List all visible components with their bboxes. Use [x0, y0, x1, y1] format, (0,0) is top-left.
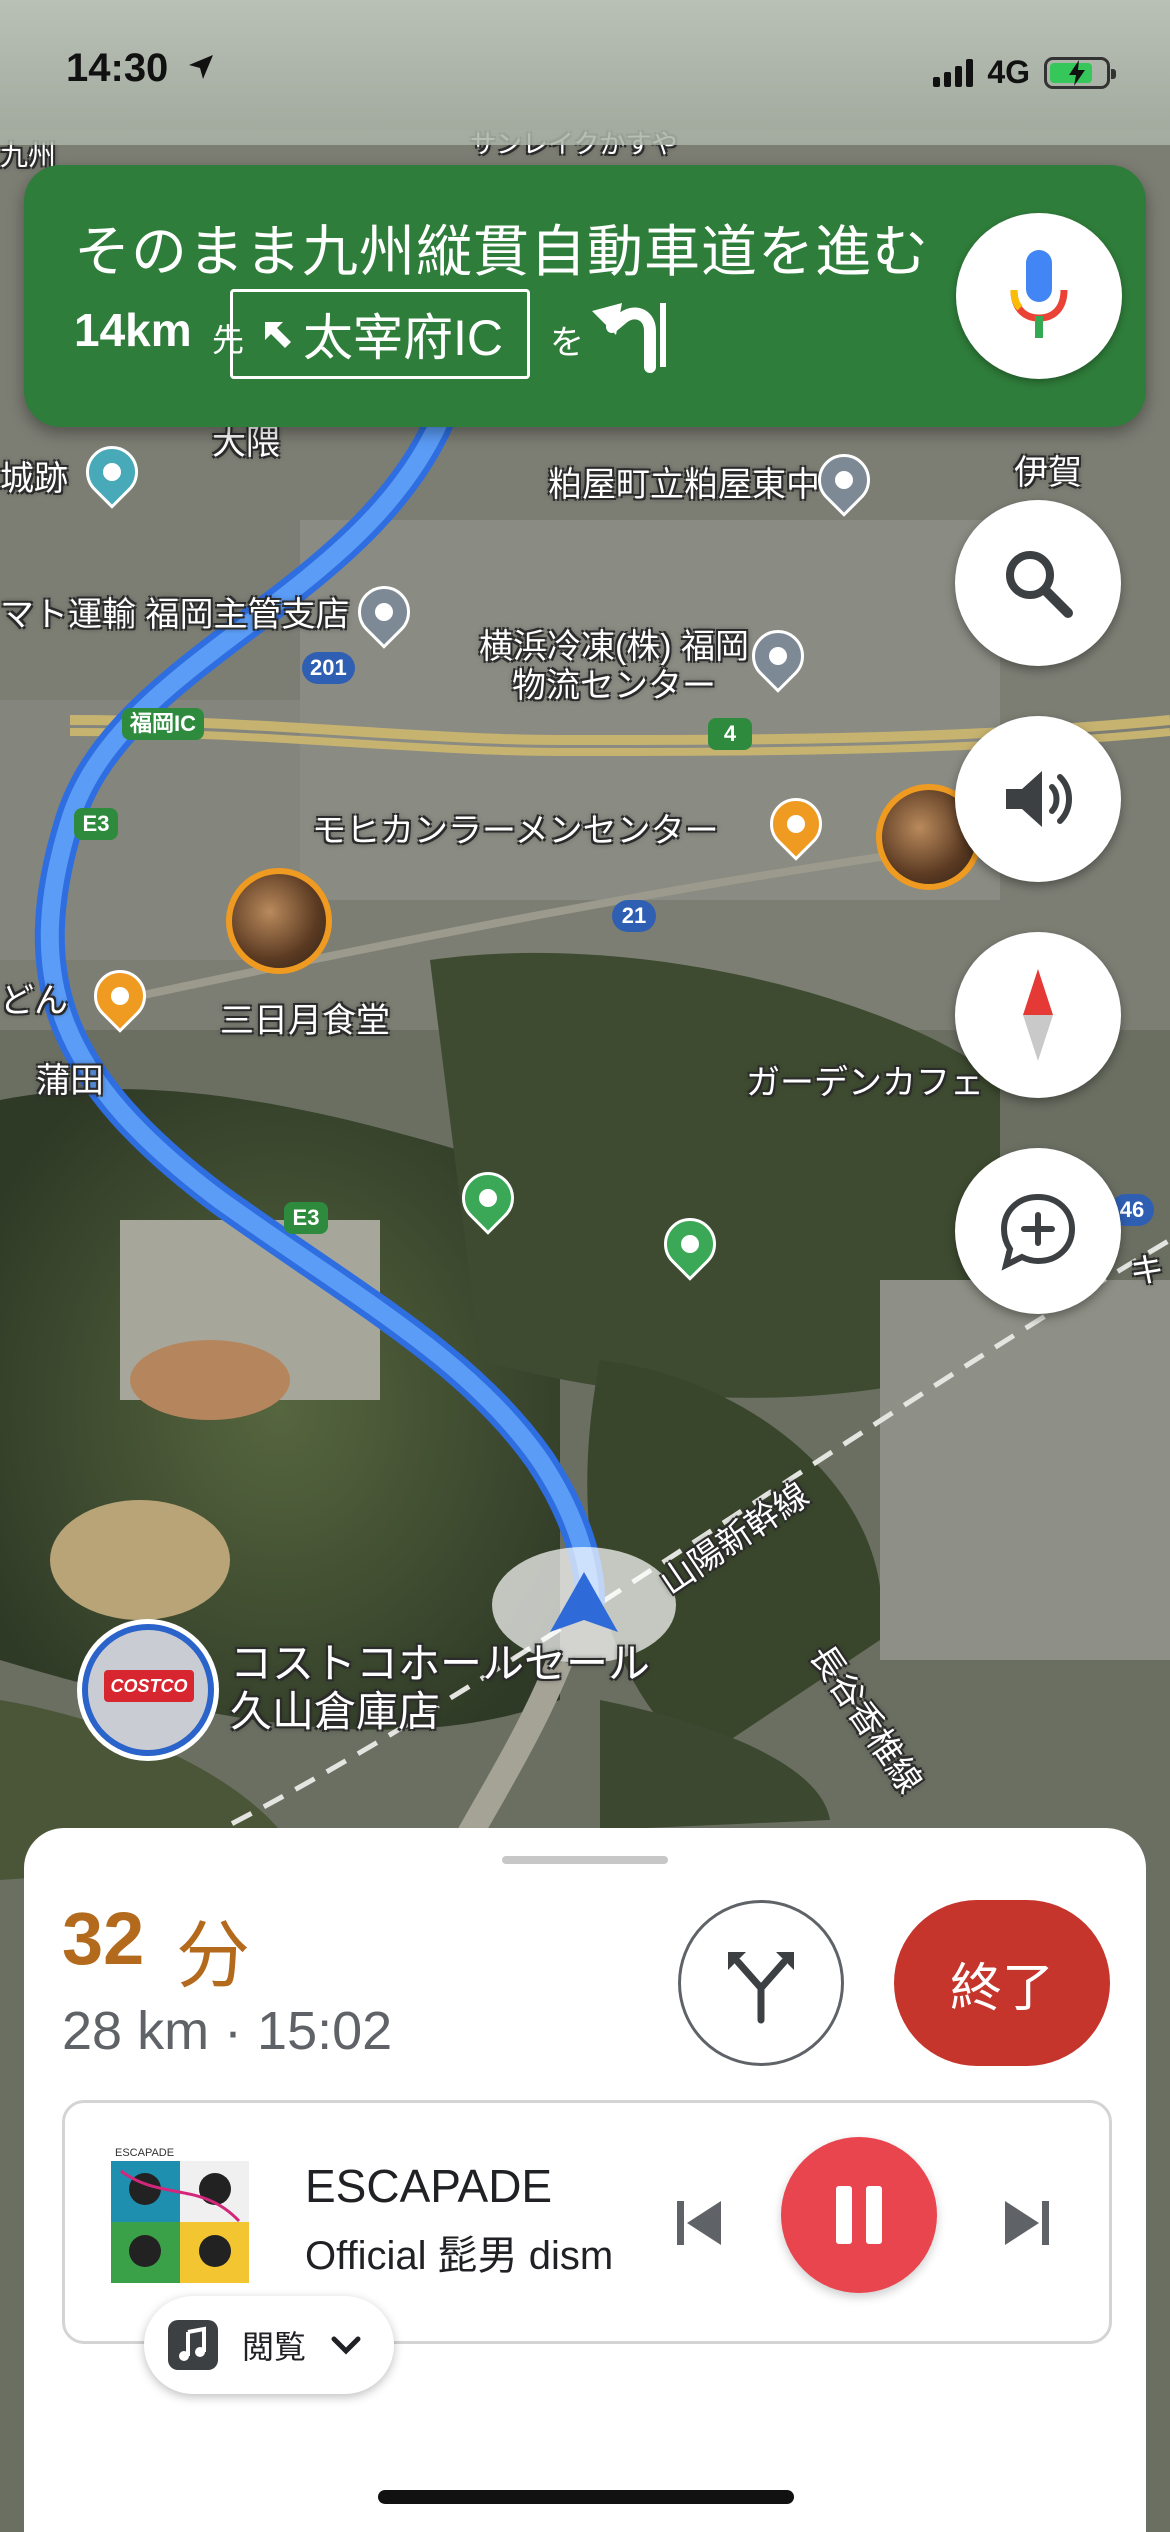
exit-sign: 太宰府IC — [230, 289, 530, 379]
status-indicators: 4G — [933, 54, 1116, 91]
road-shield-4: 4 — [708, 718, 752, 750]
map-label-kamata: 蒲田 — [36, 1062, 104, 1100]
add-report-button[interactable] — [955, 1148, 1121, 1314]
map-label-mikazuki: 三日月食堂 — [220, 1002, 390, 1040]
add-report-icon — [1000, 1193, 1076, 1271]
pause-icon — [836, 2186, 882, 2244]
microphone-icon — [1010, 250, 1068, 338]
album-art-title: ESCAPADE — [111, 2145, 249, 2161]
eta-unit: 分 — [176, 1914, 250, 1997]
road-shield-21: 21 — [612, 900, 656, 932]
map-label-school: 粕屋町立粕屋東中 — [548, 466, 820, 504]
track-artist: Official 髭男 dism — [305, 2234, 614, 2278]
direction-banner[interactable]: そのまま九州縦貫自動車道を進む 14km 先 太宰府IC を — [24, 165, 1146, 427]
map-label-castle: 城跡 — [0, 460, 68, 498]
map-label-garden-cafe: ガーデンカフェ — [746, 1064, 984, 1102]
volume-icon — [1006, 771, 1072, 827]
status-time: 14:30 — [66, 46, 217, 91]
arrow-up-left-icon — [265, 322, 291, 348]
cellular-signal-icon — [933, 58, 974, 87]
previous-track-button[interactable] — [659, 2183, 739, 2263]
browse-media-button[interactable]: 閲覧 — [144, 2296, 394, 2394]
navigation-bottom-sheet[interactable]: 32 分 28 km · 15:02 終了 ESCAPADE ESCAPADE … — [24, 1828, 1146, 2532]
road-shield-201: 201 — [302, 652, 355, 684]
sheet-drag-handle[interactable] — [502, 1856, 668, 1864]
home-indicator[interactable] — [378, 2490, 794, 2504]
map-label-iga: 伊賀 — [1014, 454, 1082, 492]
album-art: ESCAPADE — [111, 2145, 249, 2283]
battery-charging-icon — [1044, 56, 1116, 89]
voice-search-button[interactable] — [956, 213, 1122, 379]
end-navigation-button[interactable]: 終了 — [894, 1900, 1110, 2066]
album-art-image — [111, 2161, 249, 2283]
chevron-down-icon — [331, 2336, 361, 2355]
trip-distance-arrival: 28 km · 15:02 — [62, 2001, 393, 2061]
track-title: ESCAPADE — [305, 2160, 553, 2212]
pause-button[interactable] — [781, 2137, 937, 2293]
network-type: 4G — [987, 54, 1030, 90]
location-arrow-icon — [189, 55, 214, 79]
turn-sharp-left-icon — [592, 303, 666, 373]
direction-distance: 14km — [74, 304, 192, 356]
exit-name: 太宰府IC — [303, 310, 503, 366]
status-bar: 14:30 4G — [0, 0, 1170, 145]
map-label-udon: どん — [0, 982, 68, 1020]
map-photo-pin-costco[interactable]: COSTCO — [82, 1624, 214, 1756]
skip-next-icon — [1005, 2201, 1049, 2245]
direction-particle: を — [550, 324, 584, 362]
map-label-yokohama: 横浜冷凍(株) 福岡物流センター — [478, 628, 750, 706]
sound-button[interactable] — [955, 716, 1121, 882]
search-button[interactable] — [955, 500, 1121, 666]
browse-label: 閲覧 — [242, 2329, 307, 2365]
road-shield-e3-bottom: E3 — [284, 1202, 328, 1234]
search-icon — [1006, 551, 1073, 618]
route-fork-icon — [728, 1952, 794, 2024]
road-shield-e3-top: E3 — [74, 808, 118, 840]
eta-minutes: 32 — [62, 1897, 145, 1980]
map-label-yamato: マト運輸 福岡主管支店 — [0, 596, 350, 634]
compass-button[interactable] — [955, 932, 1121, 1098]
map-label-mohikan: モヒカンラーメンセンター — [312, 812, 719, 850]
compass-icon — [1023, 969, 1053, 1061]
costco-logo-icon: COSTCO — [104, 1670, 194, 1702]
music-note-icon — [168, 2320, 218, 2370]
map-photo-pin-mikazuki[interactable] — [226, 868, 332, 974]
map-label-edge: キ — [1130, 1252, 1164, 1290]
next-track-button[interactable] — [987, 2183, 1067, 2263]
map-label-okuma: 大隈 — [212, 424, 280, 462]
map-label-costco: コストコホールセール 久山倉庫店 — [230, 1640, 651, 1736]
direction-instruction: そのまま九州縦貫自動車道を進む — [74, 220, 929, 283]
status-time-text: 14:30 — [66, 46, 169, 90]
skip-previous-icon — [677, 2201, 721, 2245]
alternate-routes-button[interactable] — [678, 1900, 844, 2066]
road-shield-fukuoka-ic: 福岡IC — [122, 708, 205, 740]
